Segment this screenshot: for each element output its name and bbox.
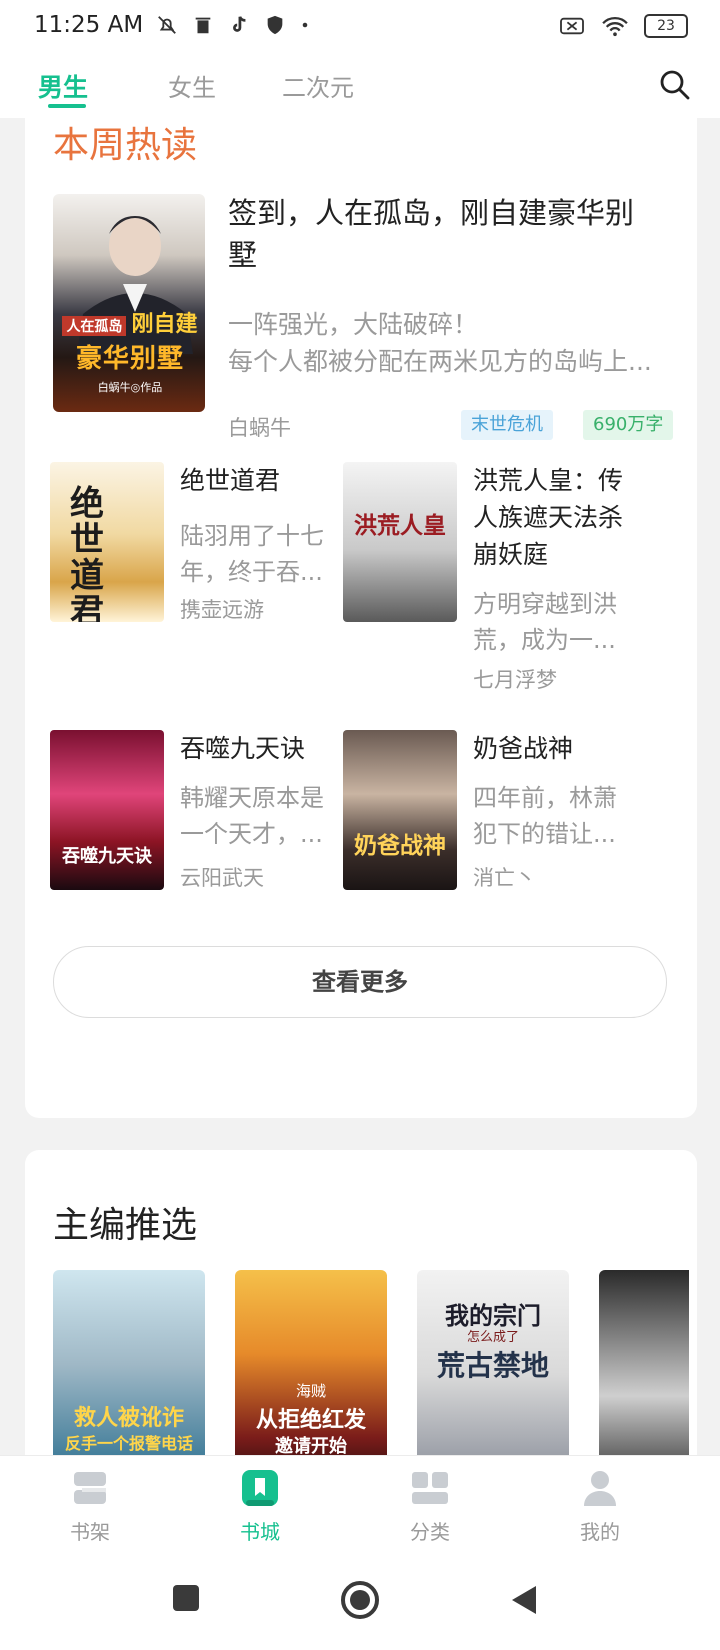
- book-item[interactable]: 吞噬九天诀 吞噬九天诀 韩耀天原本是 一个天才，... 云阳武天: [50, 730, 350, 980]
- featured-desc-line1: 一阵强光，大陆破碎！: [228, 310, 479, 339]
- pick-cover[interactable]: 海贼 从拒绝红发 邀请开始: [235, 1270, 387, 1480]
- dot-icon: [302, 22, 308, 28]
- system-nav-bar: [0, 1562, 720, 1650]
- editor-picks-row[interactable]: 救人被讹诈 反手一个报警电话 海贼 从拒绝红发 邀请开始 我的宗门 怎么成了 荒…: [53, 1270, 689, 1480]
- featured-cover-text: 人在孤岛 刚自建 豪华别墅 白蜗牛◎作品: [57, 306, 203, 395]
- status-time: 11:25 AM: [34, 12, 144, 38]
- book-cover[interactable]: 吞噬九天诀: [50, 730, 164, 890]
- featured-cover-line2: 刚自建: [131, 312, 198, 337]
- book-desc-line2: 年，终于吞...: [180, 558, 323, 586]
- no-sim-icon: [560, 17, 584, 35]
- book-title: 洪荒人皇：传人族遮天法杀崩妖庭: [473, 466, 624, 569]
- pick-cover-tag: 海贼: [295, 1382, 326, 1400]
- book-desc-line1: 方明穿越到洪: [473, 590, 617, 618]
- nav-bookstore-label: 书城: [240, 1520, 280, 1544]
- tab-anime[interactable]: 二次元: [282, 68, 354, 103]
- nav-category[interactable]: 分类: [370, 1466, 490, 1545]
- back-button[interactable]: [508, 1584, 540, 1616]
- active-tab-indicator: [48, 104, 86, 108]
- mute-icon: [158, 16, 176, 34]
- profile-icon: [584, 1471, 616, 1506]
- book-desc: 韩耀天原本是 一个天才，...: [180, 780, 338, 852]
- wifi-icon: [602, 17, 628, 37]
- bookstore-icon: [242, 1470, 278, 1506]
- featured-cover-line4: 白蜗牛◎作品: [97, 381, 163, 394]
- book-author: 消亡丶: [473, 866, 536, 890]
- bookshelf-icon: [74, 1472, 106, 1504]
- nav-profile[interactable]: 我的: [540, 1466, 660, 1545]
- book-title: 奶爸战神: [473, 734, 574, 763]
- book-desc: 四年前，林萧 犯下的错让...: [473, 780, 631, 852]
- book-cover[interactable]: 绝世道君: [50, 462, 164, 622]
- recents-button[interactable]: [172, 1584, 200, 1612]
- word-count-tag: 690万字: [583, 410, 674, 440]
- status-icons-left: [156, 14, 310, 36]
- book-cover-text: 奶爸战神: [354, 833, 446, 859]
- book-desc: 陆羽用了十七 年，终于吞...: [180, 518, 338, 590]
- top-tab-bar: 男生 女生 二次元: [0, 56, 720, 118]
- featured-book-desc: 一阵强光，大陆破碎！ 每个人都被分配在两米见方的岛屿上...: [228, 306, 658, 380]
- tab-female[interactable]: 女生: [168, 68, 216, 103]
- pick-cover-title: 从拒绝红发: [255, 1408, 366, 1433]
- hot-reads-card: 本周热读 人在孤岛 刚自建 豪华别墅 白蜗牛◎作品 签到，人在孤岛，刚自建豪华别…: [25, 110, 697, 1118]
- search-icon[interactable]: [658, 68, 692, 102]
- editor-picks-card: 主编推选 救人被讹诈 反手一个报警电话 海贼 从拒绝红发 邀请开始 我的宗门 怎…: [25, 1150, 697, 1480]
- shield-icon: [267, 15, 283, 35]
- tab-male[interactable]: 男生: [38, 68, 88, 104]
- hot-reads-title: 本周热读: [53, 125, 198, 166]
- status-icons-right: 23: [558, 14, 688, 38]
- pick-cover[interactable]: [599, 1270, 689, 1480]
- book-author: 七月浮梦: [473, 668, 557, 692]
- book-item[interactable]: 奶爸战神 奶爸战神 四年前，林萧 犯下的错让... 消亡丶: [343, 730, 643, 980]
- book-desc-line2: 一个天才，...: [180, 820, 323, 848]
- home-button[interactable]: [340, 1580, 380, 1620]
- book-desc-line1: 四年前，林萧: [473, 784, 617, 812]
- book-cover[interactable]: 洪荒人皇: [343, 462, 457, 622]
- see-more-button[interactable]: 查看更多: [53, 946, 667, 1018]
- featured-cover-line1: 人在孤岛: [62, 316, 127, 336]
- featured-book-title[interactable]: 签到，人在孤岛，刚自建豪华别墅: [228, 192, 658, 276]
- featured-desc-line2: 每个人都被分配在两米见方的岛屿上...: [228, 347, 652, 376]
- nav-bookshelf[interactable]: 书架: [30, 1466, 150, 1545]
- genre-tag[interactable]: 末世危机: [461, 410, 553, 440]
- nav-bookstore[interactable]: 书城: [200, 1466, 320, 1545]
- pick-cover-sub: 邀请开始: [275, 1436, 347, 1457]
- book-desc-line2: 犯下的错让...: [473, 820, 616, 848]
- book-desc: 方明穿越到洪 荒，成为一...: [473, 586, 631, 658]
- pick-cover[interactable]: 救人被讹诈 反手一个报警电话: [53, 1270, 205, 1480]
- book-item[interactable]: 绝世道君 绝世道君 陆羽用了十七 年，终于吞... 携壶远游: [50, 462, 350, 712]
- featured-cover-line3: 豪华别墅: [75, 344, 184, 374]
- book-cover[interactable]: 奶爸战神: [343, 730, 457, 890]
- nav-profile-label: 我的: [580, 1520, 620, 1544]
- battery-level: 23: [657, 18, 675, 34]
- book-item[interactable]: 洪荒人皇 洪荒人皇：传人族遮天法杀崩妖庭 方明穿越到洪 荒，成为一... 七月浮…: [343, 462, 643, 712]
- book-title: 绝世道君: [180, 466, 281, 495]
- status-bar: 11:25 AM 23: [0, 0, 720, 56]
- category-icon: [412, 1472, 448, 1504]
- book-desc-line1: 陆羽用了十七: [180, 522, 324, 550]
- book-desc-line2: 荒，成为一...: [473, 626, 616, 654]
- pick-cover-title: 救人被讹诈: [73, 1406, 184, 1431]
- nav-bookshelf-label: 书架: [70, 1520, 110, 1544]
- editor-picks-title: 主编推选: [53, 1205, 198, 1246]
- featured-book-cover[interactable]: 人在孤岛 刚自建 豪华别墅 白蜗牛◎作品: [53, 194, 205, 412]
- book-cover-text: 吞噬九天诀: [62, 846, 152, 867]
- book-author: 云阳武天: [180, 866, 264, 890]
- pick-cover-sub: 反手一个报警电话: [64, 1434, 193, 1453]
- trash-icon: [195, 17, 211, 34]
- book-cover-text: 洪荒人皇: [354, 513, 446, 539]
- pick-cover-tag: 怎么成了: [466, 1330, 519, 1345]
- bottom-nav: 书架 书城 分类 我的: [0, 1456, 720, 1562]
- book-title: 吞噬九天诀: [180, 734, 306, 763]
- pick-cover-sub: 荒古禁地: [436, 1349, 549, 1382]
- tiktok-icon: [233, 16, 246, 32]
- battery-icon: 23: [644, 14, 688, 38]
- featured-book-author: 白蜗牛: [228, 416, 291, 440]
- pick-cover[interactable]: 我的宗门 怎么成了 荒古禁地: [417, 1270, 569, 1480]
- book-author: 携壶远游: [180, 598, 264, 622]
- nav-category-label: 分类: [410, 1520, 450, 1544]
- book-desc-line1: 韩耀天原本是: [180, 784, 324, 812]
- book-cover-text: 绝世道君: [70, 484, 104, 622]
